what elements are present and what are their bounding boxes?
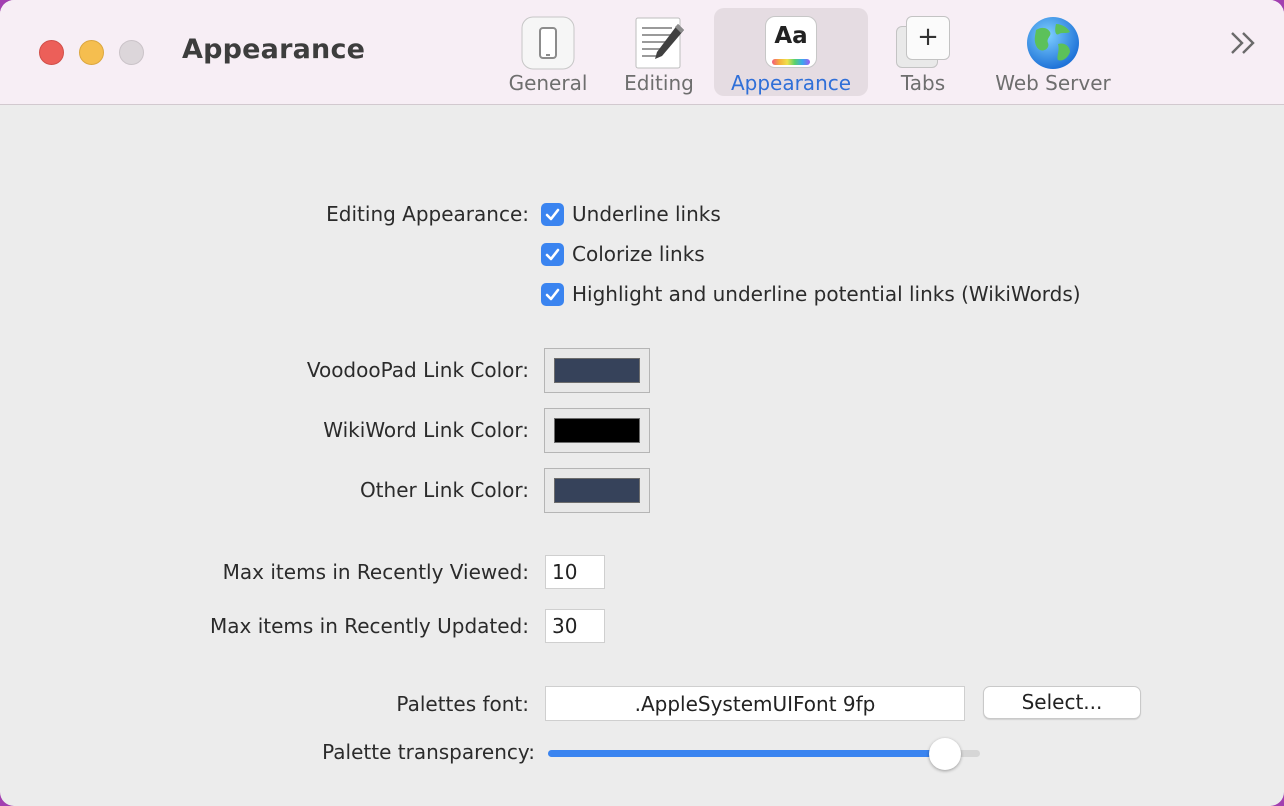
- colorize-links-label: Colorize links: [572, 242, 705, 266]
- window-title: Appearance: [182, 34, 366, 65]
- other-link-color-label: Other Link Color:: [359, 478, 529, 502]
- tab-editing[interactable]: Editing: [610, 8, 708, 96]
- editing-appearance-label: Editing Appearance:: [326, 202, 529, 226]
- highlight-wikiwords-checkbox[interactable]: [541, 283, 564, 306]
- recently-updated-label: Max items in Recently Updated:: [210, 614, 529, 638]
- toolbar: Appearance General Editing Aa Appearance…: [0, 0, 1284, 105]
- underline-links-label: Underline links: [572, 202, 721, 226]
- tab-editing-label: Editing: [624, 71, 694, 95]
- palette-transparency-label: Palette transparency:: [322, 740, 535, 764]
- text-aa-glyph: Aa: [774, 23, 808, 49]
- underline-links-checkbox[interactable]: [541, 203, 564, 226]
- color-swatch: [554, 358, 640, 383]
- zoom-button[interactable]: [119, 40, 144, 65]
- tab-appearance-label: Appearance: [730, 71, 852, 95]
- tab-web-server-label: Web Server: [995, 71, 1111, 95]
- text-aa-icon: Aa: [765, 16, 817, 68]
- recently-updated-field[interactable]: 30: [545, 609, 605, 643]
- wikiword-link-color-label: WikiWord Link Color:: [323, 418, 529, 442]
- notepad-pencil-icon: [635, 17, 684, 69]
- other-link-color-well[interactable]: [544, 468, 650, 513]
- minimize-button[interactable]: [79, 40, 104, 65]
- tab-web-server[interactable]: Web Server: [982, 8, 1124, 96]
- globe-icon: [1027, 17, 1079, 69]
- tabs-front-card: +: [906, 16, 950, 60]
- colorize-links-checkbox[interactable]: [541, 243, 564, 266]
- rainbow-stripe: [772, 59, 810, 65]
- checkmark-icon: [545, 288, 560, 301]
- recently-viewed-label: Max items in Recently Viewed:: [222, 560, 529, 584]
- palette-transparency-slider[interactable]: [548, 750, 980, 757]
- voodoopad-link-color-label: VoodooPad Link Color:: [306, 358, 529, 382]
- tab-tabs[interactable]: + Tabs: [880, 8, 966, 96]
- checkmark-icon: [545, 248, 560, 261]
- wikiword-link-color-well[interactable]: [544, 408, 650, 453]
- voodoopad-link-color-well[interactable]: [544, 348, 650, 393]
- palettes-font-label: Palettes font:: [396, 692, 529, 716]
- tabs-plus-icon: +: [896, 16, 950, 70]
- select-font-button[interactable]: Select...: [983, 686, 1141, 719]
- preferences-window: Appearance General Editing Aa Appearance…: [0, 0, 1284, 806]
- plus-glyph: +: [917, 22, 939, 52]
- tab-tabs-label: Tabs: [900, 71, 946, 95]
- phone-icon: [521, 16, 575, 70]
- color-swatch: [554, 478, 640, 503]
- chevron-double-right-icon[interactable]: [1226, 30, 1262, 56]
- palettes-font-field: .AppleSystemUIFont 9fp: [545, 686, 965, 721]
- slider-knob[interactable]: [929, 738, 962, 770]
- slider-fill: [548, 750, 946, 757]
- highlight-wikiwords-label: Highlight and underline potential links …: [572, 282, 1081, 306]
- tab-appearance[interactable]: Aa Appearance: [714, 8, 868, 96]
- close-button[interactable]: [39, 40, 64, 65]
- color-swatch: [554, 418, 640, 443]
- recently-viewed-field[interactable]: 10: [545, 555, 605, 589]
- checkmark-icon: [545, 208, 560, 221]
- tab-general-label: General: [508, 71, 588, 95]
- tab-general[interactable]: General: [498, 8, 598, 96]
